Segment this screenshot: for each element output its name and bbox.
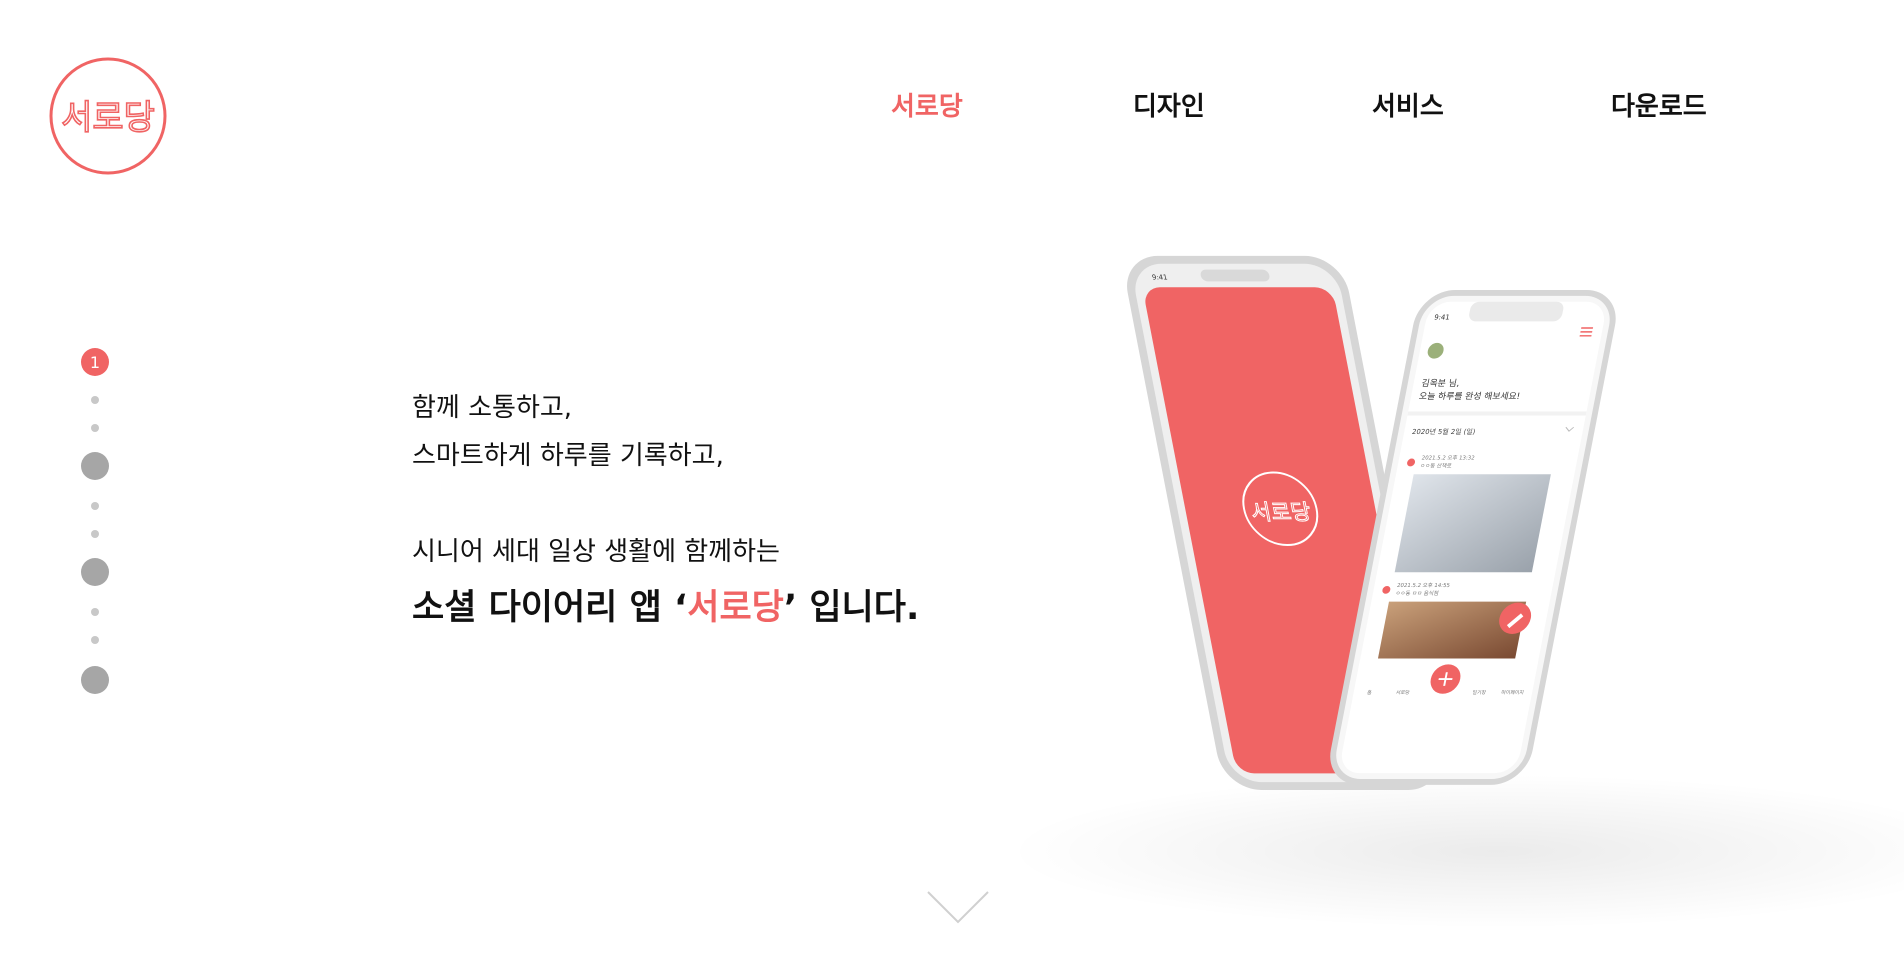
- pager-step-1[interactable]: 1: [81, 348, 109, 376]
- greeting-line-1: 김옥분 님,: [1420, 377, 1460, 389]
- date-header: 2020년 5월 2일 (일): [1411, 427, 1476, 436]
- phone-mockups: 9:41 서로당 9:41 김옥분 님, 오늘 하루를 완성 해보세요! 202…: [1120, 250, 1720, 850]
- phone-back-logo: 서로당: [1249, 501, 1313, 526]
- pager-dot: [91, 608, 99, 616]
- pager-step-label: 1: [89, 352, 101, 372]
- entry-1-photo: [1394, 474, 1551, 573]
- pager-dot: [91, 424, 99, 432]
- headline-post: ’ 입니다.: [783, 588, 920, 628]
- hero-headline: 소셜 다이어리 앱 ‘서로당’ 입니다.: [412, 588, 919, 628]
- phone-illustration: 9:41 서로당 9:41 김옥분 님, 오늘 하루를 완성 해보세요! 202…: [1127, 255, 1616, 791]
- headline-accent: 서로당: [687, 588, 784, 628]
- pager-dot: [91, 396, 99, 404]
- entry-2-time: 2021.5.2 오후 14:55: [1396, 582, 1450, 589]
- pager-step-3[interactable]: [81, 558, 109, 586]
- entry-2-place: ㅇㅇ동 ㅁㅁ 음식점: [1395, 589, 1440, 597]
- hamburger-icon: [1579, 327, 1594, 337]
- pager-dot: [91, 636, 99, 644]
- entry-1-time: 2021.5.2 오후 13:32: [1421, 455, 1475, 462]
- phone-front-time: 9:41: [1434, 313, 1451, 321]
- section-pager: 1: [80, 348, 110, 698]
- pager-step-2[interactable]: [81, 452, 109, 480]
- nav-item-seorodang[interactable]: 서로당: [891, 86, 963, 123]
- hero-line-2: 스마트하게 하루를 기록하고,: [412, 441, 724, 471]
- tab-mypage: 마이페이지: [1501, 689, 1525, 696]
- nav-item-design[interactable]: 디자인: [1133, 86, 1205, 123]
- pager-dot: [91, 530, 99, 538]
- phone-back-time: 9:41: [1151, 273, 1168, 281]
- hero-line-1: 함께 소통하고,: [412, 393, 573, 423]
- scroll-down-button[interactable]: [925, 888, 991, 928]
- pager-step-4[interactable]: [81, 666, 109, 694]
- headline-pre: 소셜 다이어리 앱 ‘: [412, 588, 688, 628]
- nav-item-service[interactable]: 서비스: [1372, 86, 1444, 123]
- entry-1-place: ㅇㅇ동 산책로: [1420, 461, 1453, 469]
- pager-dot: [91, 502, 99, 510]
- tab-diary: 일기장: [1472, 689, 1487, 696]
- nav-item-download[interactable]: 다운로드: [1611, 86, 1707, 123]
- main-nav: 서로당 디자인 서비스 다운로드: [0, 86, 1904, 126]
- greeting-line-2: 오늘 하루를 완성 해보세요!: [1418, 391, 1521, 402]
- chevron-down-icon: [927, 891, 989, 924]
- hero-line-3: 시니어 세대 일상 생활에 함께하는: [412, 537, 780, 567]
- tab-seorodang: 서로당: [1395, 689, 1410, 696]
